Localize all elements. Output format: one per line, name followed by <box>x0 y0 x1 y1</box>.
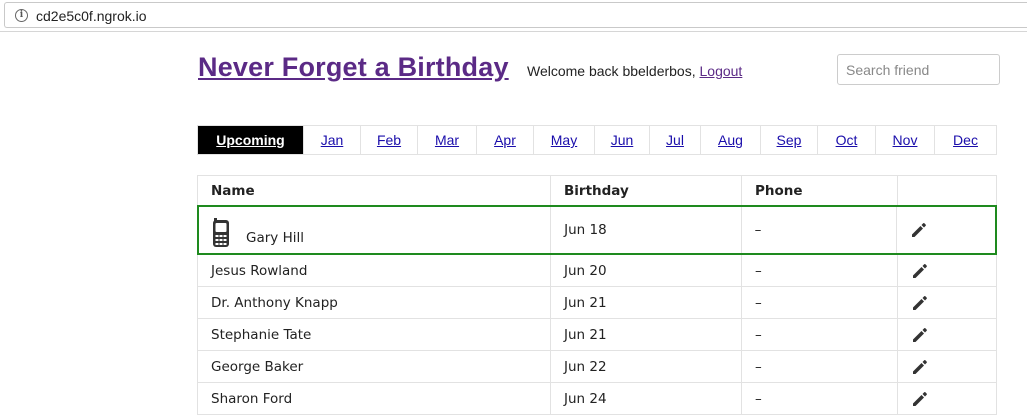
friend-name: Dr. Anthony Knapp <box>211 294 338 311</box>
birthday-table: Name Birthday Phone Gary Hill Jun 18– Jesu… <box>197 175 997 415</box>
tab-feb[interactable]: Feb <box>361 126 418 154</box>
info-icon[interactable]: i <box>15 9 28 22</box>
table-row: Gary Hill Jun 18– <box>197 205 997 255</box>
column-header-actions <box>898 176 996 205</box>
tab-aug[interactable]: Aug <box>701 126 761 154</box>
birthday-cell: Jun 21 <box>551 287 742 318</box>
tab-nov[interactable]: Nov <box>876 126 935 154</box>
tab-oct[interactable]: Oct <box>818 126 876 154</box>
pencil-edit-icon[interactable] <box>911 262 929 280</box>
edit-cell <box>898 287 996 318</box>
tab-sep[interactable]: Sep <box>761 126 818 154</box>
tab-jun[interactable]: Jun <box>595 126 650 154</box>
birthday-cell: Jun 22 <box>551 351 742 382</box>
table-row: Sharon Ford Jun 24– <box>198 383 996 415</box>
edit-cell <box>898 319 996 350</box>
tab-upcoming[interactable]: Upcoming <box>198 126 304 154</box>
month-tabs: Upcoming Jan Feb Mar Apr May Jun Jul Aug Sep Oct No… <box>197 125 997 155</box>
browser-address-bar[interactable]: i cd2e5c0f.ngrok.io <box>0 0 1027 32</box>
friend-name: Jesus Rowland <box>211 262 308 279</box>
birthday-cell: Jun 20 <box>551 255 742 286</box>
tab-mar[interactable]: Mar <box>418 126 477 154</box>
phone-cell: – <box>742 207 898 253</box>
table-row: Jesus Rowland Jun 20– <box>198 255 996 287</box>
phone-cell: – <box>742 351 898 382</box>
friend-name-cell: George Baker <box>198 351 551 382</box>
friend-name: Stephanie Tate <box>211 326 312 343</box>
table-row: Stephanie Tate Jun 21– <box>198 319 996 351</box>
column-header-phone: Phone <box>742 176 898 205</box>
tab-dec[interactable]: Dec <box>935 126 996 154</box>
pencil-edit-icon[interactable] <box>911 358 929 376</box>
search-friend-input[interactable] <box>837 54 1000 85</box>
phone-cell: – <box>742 319 898 350</box>
friend-name-cell: Jesus Rowland <box>198 255 551 286</box>
tab-jan[interactable]: Jan <box>304 126 361 154</box>
pencil-edit-icon[interactable] <box>911 326 929 344</box>
welcome-message: Welcome back bbelderbos, Logout <box>527 63 742 79</box>
logout-link[interactable]: Logout <box>700 63 743 79</box>
pencil-edit-icon[interactable] <box>911 294 929 312</box>
site-title-link[interactable]: Never Forget a Birthday <box>198 52 509 83</box>
welcome-text: Welcome back bbelderbos, <box>527 63 696 79</box>
url-text: cd2e5c0f.ngrok.io <box>36 8 147 24</box>
edit-cell <box>897 207 995 253</box>
friend-name-cell: Gary Hill <box>199 207 552 253</box>
phone-cell: – <box>742 383 898 414</box>
column-header-name: Name <box>198 176 551 205</box>
friend-name-cell: Sharon Ford <box>198 383 551 414</box>
birthday-cell: Jun 21 <box>551 319 742 350</box>
edit-cell <box>898 351 996 382</box>
friend-name: Gary Hill <box>246 230 304 246</box>
url-field[interactable]: i cd2e5c0f.ngrok.io <box>4 2 1027 28</box>
friend-name: George Baker <box>211 358 304 375</box>
mobile-phone-icon <box>212 218 230 248</box>
birthday-cell: Jun 24 <box>551 383 742 414</box>
edit-cell <box>898 383 996 414</box>
friend-name: Sharon Ford <box>211 390 293 407</box>
phone-cell: – <box>742 255 898 286</box>
table-row: Dr. Anthony Knapp Jun 21– <box>198 287 996 319</box>
table-row: George Baker Jun 22– <box>198 351 996 383</box>
friend-name-cell: Stephanie Tate <box>198 319 551 350</box>
edit-cell <box>898 255 996 286</box>
birthday-cell: Jun 18 <box>551 207 742 253</box>
tab-jul[interactable]: Jul <box>650 126 701 154</box>
pencil-edit-icon[interactable] <box>911 390 929 408</box>
phone-cell: – <box>742 287 898 318</box>
friend-name-cell: Dr. Anthony Knapp <box>198 287 551 318</box>
pencil-edit-icon[interactable] <box>910 221 928 239</box>
column-header-birthday: Birthday <box>551 176 742 205</box>
tab-may[interactable]: May <box>534 126 595 154</box>
table-header-row: Name Birthday Phone <box>198 176 996 206</box>
tab-apr[interactable]: Apr <box>477 126 534 154</box>
